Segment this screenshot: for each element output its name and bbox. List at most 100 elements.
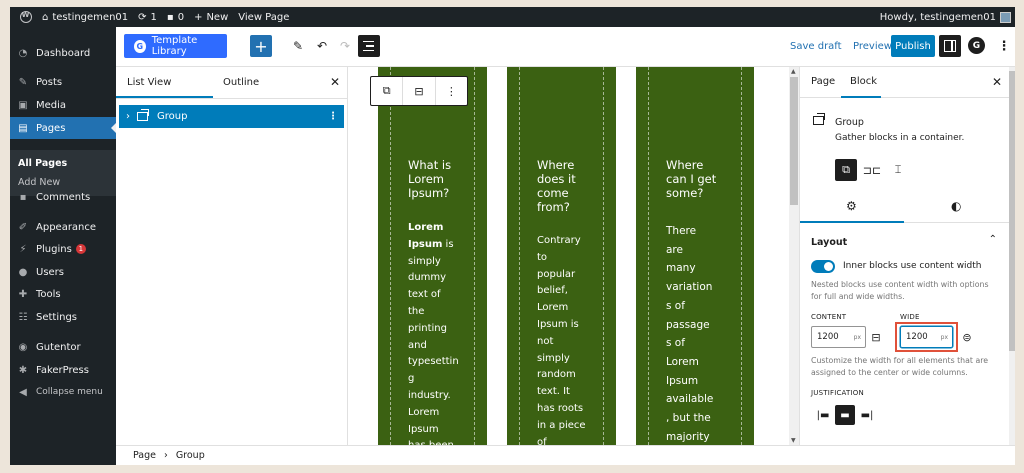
sidebar-item-settings[interactable]: ☷ Settings [10,306,116,328]
list-view-row-group[interactable]: › Group ⋮ [119,105,344,128]
variation-stack-button[interactable]: ⌶ [887,159,909,181]
pages-icon: ▤ [18,122,28,134]
publish-button[interactable]: Publish [891,35,935,57]
variation-row-button[interactable]: ⊐⊏ [861,159,883,181]
chevron-right-icon: › [164,450,168,461]
sidebar-item-gutentor[interactable]: ◉ Gutentor [10,336,116,358]
tab-list-view[interactable]: List View [127,77,171,88]
inner-blocks-content-width-toggle[interactable] [811,260,835,273]
close-icon: ✕ [991,75,1002,89]
media-icon: ▣ [18,99,28,111]
chevron-up-icon[interactable]: ⌃ [989,234,997,245]
variation-group-button[interactable]: ⧉ [835,159,857,181]
block-options-button[interactable]: ⋮ [436,77,467,105]
options-menu-button[interactable]: ⋮ [997,37,1011,55]
breadcrumb-page[interactable]: Page [133,450,156,461]
pencil-icon: ✎ [292,39,304,53]
template-library-button[interactable]: G Template Library [124,34,227,58]
column-paragraph[interactable]: Contrary to popular belief, Lorem Ipsum … [537,233,586,445]
active-tab-indicator [841,96,881,98]
column-block[interactable]: Where can I get some? There are many var… [636,67,754,445]
tab-styles[interactable]: ◐ [951,199,961,213]
block-type-button[interactable]: ⧉ [371,77,404,105]
justify-left-button[interactable]: |▬ [813,405,833,425]
tab-outline[interactable]: Outline [223,77,259,88]
scroll-down-arrow-icon[interactable]: ▼ [791,437,796,444]
more-vertical-icon: ⋮ [997,38,1011,54]
justify-left-icon: |▬ [816,409,830,421]
brush-icon: ✐ [18,221,28,233]
align-button[interactable]: ⊟ [403,77,436,105]
dashboard-icon: ◔ [18,47,28,59]
more-vertical-icon: ⋮ [445,84,457,98]
sidebar-item-comments[interactable]: ▪ Comments [10,186,116,208]
redo-button[interactable]: ↷ [335,35,355,57]
breadcrumb-group[interactable]: Group [176,450,205,461]
undo-button[interactable]: ↶ [312,35,332,57]
content-width-input[interactable]: 1200 px [811,326,866,348]
tab-page[interactable]: Page [811,76,835,87]
justify-center-button[interactable]: ▬ [835,405,855,425]
block-breadcrumb: Page › Group [116,445,1015,465]
comments-link[interactable]: ▪ 0 [167,12,184,23]
new-content-link[interactable]: + New [194,12,228,23]
my-account-menu[interactable]: Howdy, testingemen01 [880,11,1011,23]
close-list-view-button[interactable]: ✕ [330,75,340,89]
canvas-scrollbar[interactable]: ▲ ▼ [789,67,799,445]
wp-logo-menu[interactable] [20,11,32,23]
tab-block[interactable]: Block [850,76,877,87]
stretch-wide-icon: ⊜ [962,330,972,344]
sidebar-item-dashboard[interactable]: ◔ Dashboard [10,42,116,64]
sidebar-item-plugins[interactable]: ⚡ Plugins 1 [10,238,116,260]
sidebar-item-fakerpress[interactable]: ✱ FakerPress [10,359,116,381]
save-draft-button[interactable]: Save draft [790,41,842,52]
sidebar-item-pages[interactable]: ▤ Pages [10,117,116,139]
group-icon: ⧉ [842,163,850,176]
preview-button[interactable]: Preview [853,41,892,52]
tab-settings[interactable]: ⚙ [846,199,857,213]
sidebar-item-appearance[interactable]: ✐ Appearance [10,216,116,238]
sidebar-item-posts[interactable]: ✎ Posts [10,71,116,93]
group-block-icon [813,113,825,125]
column-paragraph[interactable]: Lorem Ipsum is simply dummy text of the … [408,220,459,445]
group-block-icon [137,109,149,121]
layout-panel-title[interactable]: Layout [811,237,847,248]
site-name-link[interactable]: ⌂ testingemen01 [42,12,128,23]
align-center-icon: ⊟ [414,84,424,98]
column-block[interactable]: What is Lorem Ipsum? Lorem Ipsum is simp… [378,67,487,445]
redo-icon: ↷ [339,39,351,53]
view-page-link[interactable]: View Page [238,12,289,23]
row-options-button[interactable]: ⋮ [328,111,338,122]
sidebar-item-media[interactable]: ▣ Media [10,94,116,116]
wide-width-input[interactable]: 1200 px [900,326,953,348]
chevron-right-icon[interactable]: › [126,111,130,122]
close-sidebar-button[interactable]: ✕ [992,75,1002,89]
block-settings-sidebar: Page Block ✕ Group Gather blocks in a co… [799,67,1009,445]
sidebar-item-users[interactable]: ● Users [10,261,116,283]
column-heading[interactable]: What is Lorem Ipsum? [408,158,451,200]
scroll-up-arrow-icon[interactable]: ▲ [791,68,796,75]
list-view-toggle[interactable] [358,35,380,57]
add-block-button[interactable]: + [250,35,272,57]
styles-half-circle-icon: ◐ [951,199,962,213]
justify-right-button[interactable]: ▬| [857,405,877,425]
scrollbar-thumb[interactable] [790,77,798,205]
sidebar-tabs: Page Block ✕ [800,67,1009,98]
scrollbar-thumb[interactable] [1009,71,1015,351]
gutentor-g-icon: G [134,39,146,53]
submenu-all-pages[interactable]: All Pages [18,158,67,169]
sidebar-scrollbar[interactable] [1009,67,1015,445]
comment-bubble-icon: ▪ [166,11,174,23]
editor-canvas[interactable]: ⧉ ⊟ ⋮ What is Lorem Ipsum? Lorem Ipsum i… [348,67,789,445]
column-heading[interactable]: Where does it come from? [537,158,576,214]
collapse-menu-button[interactable]: ◀ Collapse menu [10,381,116,403]
tools-button[interactable]: ✎ [288,35,308,57]
column-paragraph[interactable]: There are many variation s of passage s … [666,222,713,445]
plug-icon: ⚡ [19,243,27,255]
settings-sidebar-toggle[interactable] [939,35,961,57]
updates-link[interactable]: ⟳ 1 [138,12,157,23]
column-block[interactable]: Where does it come from? Contrary to pop… [507,67,616,445]
sidebar-item-tools[interactable]: ✚ Tools [10,283,116,305]
gutentor-logo-icon[interactable]: G [968,37,985,54]
column-heading[interactable]: Where can I get some? [666,158,716,200]
